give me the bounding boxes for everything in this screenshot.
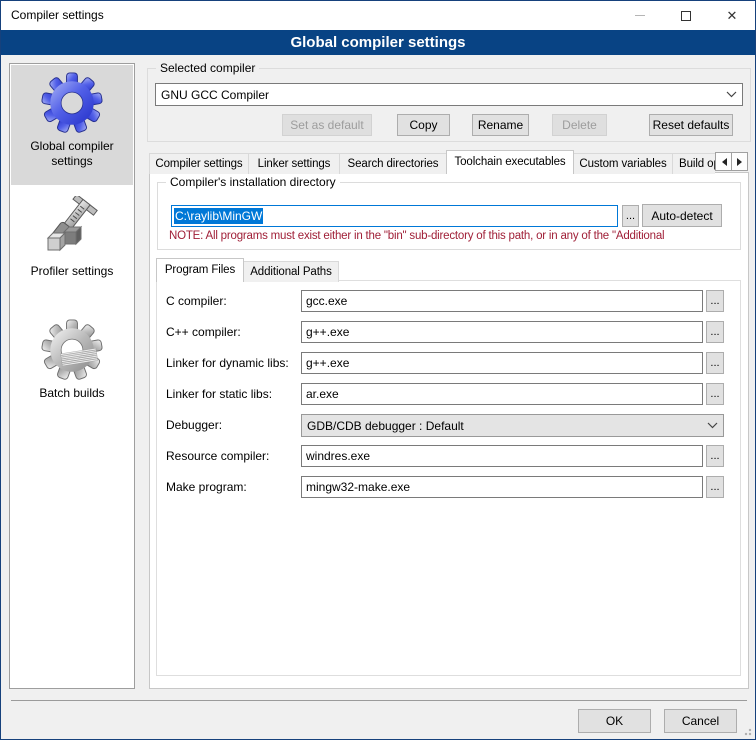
tab-build-options[interactable]: Build options <box>672 153 715 174</box>
browse-resource-compiler-button[interactable]: ... <box>706 445 724 467</box>
field-label: Debugger: <box>166 414 222 436</box>
field-row-resource-compiler: Resource compiler: ... <box>166 445 743 468</box>
make-program-input[interactable] <box>301 476 703 498</box>
sidebar-item-global-compiler-settings[interactable]: Global compiler settings <box>11 65 133 185</box>
ok-button[interactable]: OK <box>578 709 651 733</box>
tab-linker-settings[interactable]: Linker settings <box>248 153 340 174</box>
tab-scroll-right-button[interactable] <box>731 152 748 171</box>
field-row-make-program: Make program: ... <box>166 476 743 499</box>
resize-grip[interactable] <box>742 726 752 736</box>
browse-directory-button[interactable]: ... <box>622 205 639 227</box>
maximize-icon <box>681 11 691 21</box>
auto-detect-button[interactable]: Auto-detect <box>642 204 722 227</box>
compiler-select[interactable]: GNU GCC Compiler <box>155 83 743 106</box>
tab-search-directories[interactable]: Search directories <box>339 153 447 174</box>
dynamic-linker-input[interactable] <box>301 352 703 374</box>
blue-gear-icon <box>40 71 104 135</box>
compiler-settings-window: Compiler settings ✕ Global compiler sett… <box>0 0 756 740</box>
page-title: Global compiler settings <box>1 30 755 55</box>
static-linker-input[interactable] <box>301 383 703 405</box>
gray-gear-stack-icon <box>40 318 104 382</box>
browse-static-linker-button[interactable]: ... <box>706 383 724 405</box>
footer-divider <box>11 700 747 701</box>
field-row-dynamic-linker: Linker for dynamic libs: ... <box>166 352 743 375</box>
browse-c-compiler-button[interactable]: ... <box>706 290 724 312</box>
caliper-icon <box>40 196 104 260</box>
tab-custom-variables[interactable]: Custom variables <box>573 153 673 174</box>
field-row-static-linker: Linker for static libs: ... <box>166 383 743 406</box>
browse-make-program-button[interactable]: ... <box>706 476 724 498</box>
dialog-header: Global compiler settings <box>1 30 755 55</box>
subtab-program-files[interactable]: Program Files <box>156 258 244 282</box>
tab-scroll-left-button[interactable] <box>715 152 732 171</box>
subtab-additional-paths[interactable]: Additional Paths <box>243 261 339 282</box>
left-arrow-icon <box>718 158 727 166</box>
caption-buttons: ✕ <box>617 1 755 30</box>
set-as-default-button[interactable]: Set as default <box>282 114 372 136</box>
resource-compiler-input[interactable] <box>301 445 703 467</box>
right-arrow-icon <box>737 158 746 166</box>
c-compiler-input[interactable] <box>301 290 703 312</box>
field-label: C++ compiler: <box>166 321 241 343</box>
chevron-down-icon <box>720 91 742 98</box>
note-text: NOTE: All programs must exist either in … <box>169 230 739 242</box>
installation-directory-value: C:\raylib\MinGW <box>174 208 263 224</box>
field-row-cpp-compiler: C++ compiler: ... <box>166 321 743 344</box>
copy-button[interactable]: Copy <box>397 114 450 136</box>
close-icon: ✕ <box>727 9 738 22</box>
compiler-select-value: GNU GCC Compiler <box>156 88 720 102</box>
sidebar-item-label: Batch builds <box>11 386 133 401</box>
sidebar-item-profiler-settings[interactable]: Profiler settings <box>11 190 133 306</box>
minimize-button[interactable] <box>617 1 663 30</box>
close-button[interactable]: ✕ <box>709 1 755 30</box>
installation-directory-group-label: Compiler's installation directory <box>166 175 340 189</box>
field-label: Linker for static libs: <box>166 383 272 405</box>
sidebar: Global compiler settings <box>9 63 135 689</box>
cancel-button[interactable]: Cancel <box>664 709 737 733</box>
window-title: Compiler settings <box>11 1 104 30</box>
debugger-select[interactable]: GDB/CDB debugger : Default <box>301 414 724 437</box>
tab-compiler-settings[interactable]: Compiler settings <box>149 153 249 174</box>
rename-button[interactable]: Rename <box>472 114 529 136</box>
field-label: C compiler: <box>166 290 227 312</box>
field-label: Linker for dynamic libs: <box>166 352 289 374</box>
compiler-tabs: Compiler settings Linker settings Search… <box>149 150 715 174</box>
selected-compiler-group: Selected compiler GNU GCC Compiler Set a… <box>147 68 751 142</box>
maximize-button[interactable] <box>663 1 709 30</box>
sidebar-item-label: Profiler settings <box>11 264 133 279</box>
debugger-select-value: GDB/CDB debugger : Default <box>302 419 701 433</box>
sidebar-item-label: Global compiler settings <box>11 139 133 169</box>
installation-directory-input[interactable]: C:\raylib\MinGW <box>171 205 618 227</box>
chevron-down-icon <box>701 422 723 429</box>
minimize-icon <box>635 15 645 16</box>
title-bar: Compiler settings ✕ <box>1 1 755 30</box>
field-label: Make program: <box>166 476 247 498</box>
field-row-c-compiler: C compiler: ... <box>166 290 743 313</box>
sidebar-item-batch-builds[interactable]: Batch builds <box>11 312 133 428</box>
reset-defaults-button[interactable]: Reset defaults <box>649 114 733 136</box>
tab-toolchain-executables[interactable]: Toolchain executables <box>446 150 574 174</box>
field-label: Resource compiler: <box>166 445 269 467</box>
delete-button[interactable]: Delete <box>552 114 607 136</box>
browse-dynamic-linker-button[interactable]: ... <box>706 352 724 374</box>
selected-compiler-group-label: Selected compiler <box>156 61 259 75</box>
browse-cpp-compiler-button[interactable]: ... <box>706 321 724 343</box>
program-subtabs: Program Files Additional Paths <box>156 258 456 282</box>
cpp-compiler-input[interactable] <box>301 321 703 343</box>
field-row-debugger: Debugger: GDB/CDB debugger : Default <box>166 414 743 437</box>
